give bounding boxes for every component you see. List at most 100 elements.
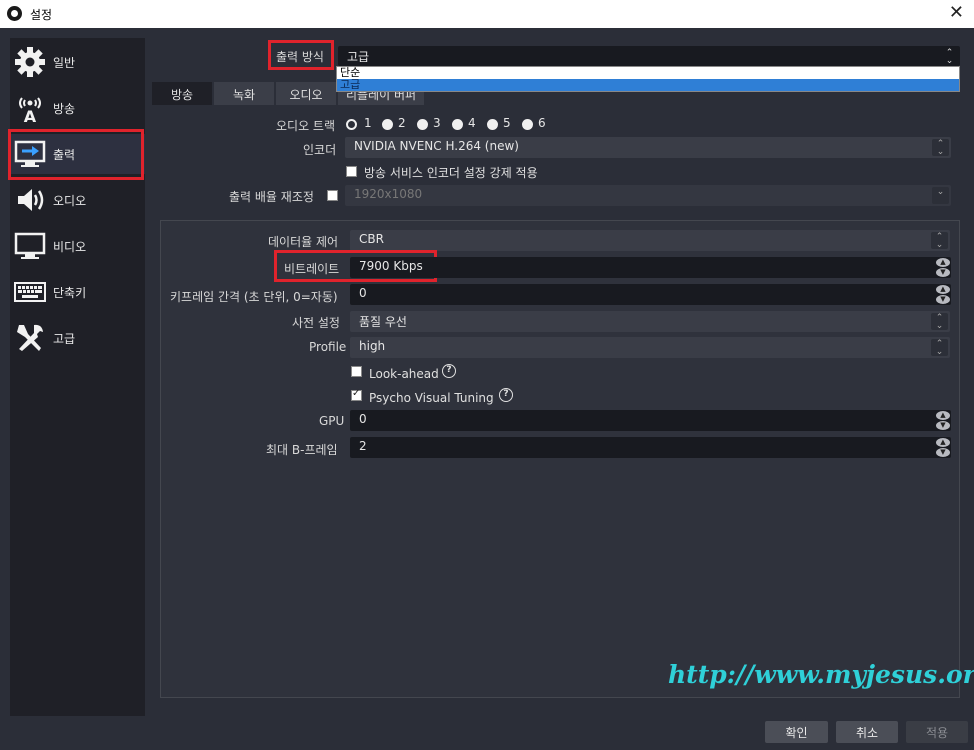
output-mode-value: 고급	[347, 50, 370, 64]
rate-control-value: CBR	[359, 232, 384, 246]
spin-down-icon[interactable]: ▼	[936, 421, 950, 430]
title-bar: 설정 ✕	[0, 0, 974, 28]
spin-down-icon[interactable]: ▼	[936, 295, 950, 304]
audio-track-radio-6[interactable]	[522, 119, 533, 130]
audio-track-radio-3[interactable]	[417, 119, 428, 130]
broadcast-antenna-icon: A	[19, 97, 41, 124]
chevron-updown-icon: ⌃ ⌄	[945, 48, 954, 66]
gpu-stepper[interactable]: ▲ ▼	[934, 410, 952, 431]
sidebar-item-label: 단축키	[53, 286, 87, 300]
preset-label: 사전 설정	[292, 316, 340, 330]
profile-label: Profile	[309, 340, 347, 354]
chevron-updown-icon: ⌃ ⌄	[931, 313, 948, 331]
audio-track-radio-2[interactable]	[382, 119, 393, 130]
psycho-visual-tuning-checkbox[interactable]	[351, 388, 362, 401]
audio-track-radio-1[interactable]	[346, 119, 357, 130]
speaker-icon	[18, 189, 44, 211]
rate-control-select[interactable]: CBR ⌃ ⌄	[350, 230, 950, 251]
audio-track-radio-4[interactable]	[452, 119, 463, 130]
keyframe-interval-value: 0	[359, 286, 367, 300]
apply-button[interactable]: 적용	[906, 721, 968, 743]
sidebar-item-label: 오디오	[53, 194, 87, 208]
audio-track-number: 6	[538, 116, 546, 130]
profile-select[interactable]: high ⌃ ⌄	[350, 337, 950, 358]
help-icon[interactable]: ?	[499, 388, 513, 402]
bitrate-stepper[interactable]: ▲ ▼	[934, 257, 952, 278]
enforce-encoder-checkbox[interactable]	[346, 166, 357, 177]
profile-value: high	[359, 339, 386, 353]
sidebar-item-label: 고급	[53, 332, 76, 346]
chevron-down-icon: ⌄	[932, 187, 949, 204]
encoder-label: 인코더	[303, 143, 337, 157]
keyframe-stepper[interactable]: ▲ ▼	[934, 284, 952, 305]
watermark-url: http://www.myjesus.or.kr	[668, 660, 974, 689]
sidebar-item-label: 비디오	[53, 240, 87, 254]
keyboard-icon	[14, 282, 46, 302]
spin-up-icon[interactable]: ▲	[936, 258, 950, 267]
keyframe-interval-input[interactable]: 0 ▲ ▼	[350, 284, 951, 305]
max-bframes-label: 최대 B-프레임	[266, 443, 338, 457]
chevron-updown-icon: ⌃ ⌄	[931, 339, 948, 357]
encoder-value: NVIDIA NVENC H.264 (new)	[354, 139, 519, 153]
psycho-visual-tuning-label: Psycho Visual Tuning	[369, 391, 494, 405]
sidebar-item-general[interactable]: 일반	[10, 42, 145, 82]
cancel-button[interactable]: 취소	[836, 721, 898, 743]
enforce-encoder-label: 방송 서비스 인코더 설정 강제 적용	[364, 166, 538, 180]
audio-track-radio-5[interactable]	[487, 119, 498, 130]
spin-up-icon[interactable]: ▲	[936, 411, 950, 420]
bframes-stepper[interactable]: ▲ ▼	[934, 437, 952, 458]
output-highlight-box	[8, 129, 144, 180]
output-mode-highlight-box	[268, 40, 334, 70]
tab-audio[interactable]: 오디오	[276, 82, 336, 105]
rescale-checkbox[interactable]	[327, 190, 338, 201]
preset-select[interactable]: 품질 우선 ⌃ ⌄	[350, 311, 950, 332]
obs-logo-icon	[7, 6, 22, 21]
sidebar-item-video[interactable]: 비디오	[10, 226, 145, 266]
lookahead-checkbox[interactable]	[351, 366, 362, 377]
spin-up-icon[interactable]: ▲	[936, 285, 950, 294]
keyframe-interval-label: 키프레임 간격 (초 단위, 0=자동)	[170, 290, 338, 304]
audio-track-number: 1	[364, 116, 372, 130]
ok-button[interactable]: 확인	[765, 721, 828, 743]
bitrate-label: 비트레이트	[284, 262, 340, 276]
output-mode-select[interactable]: 고급 ⌃ ⌄	[338, 46, 960, 66]
rescale-label: 출력 배율 재조정	[229, 190, 314, 204]
sidebar-item-label: 방송	[53, 102, 76, 116]
help-icon[interactable]: ?	[442, 364, 456, 378]
chevron-updown-icon: ⌃ ⌄	[931, 232, 948, 250]
audio-track-number: 5	[503, 116, 511, 130]
audio-track-number: 2	[398, 116, 406, 130]
tab-recording[interactable]: 녹화	[214, 82, 274, 105]
max-bframes-input[interactable]: 2 ▲ ▼	[350, 437, 951, 458]
output-mode-dropdown-list[interactable]: 단순 고급	[336, 66, 960, 92]
spin-down-icon[interactable]: ▼	[936, 268, 950, 277]
bitrate-input[interactable]: 7900 Kbps ▲ ▼	[350, 257, 951, 278]
rescale-value: 1920x1080	[354, 187, 423, 201]
gpu-value: 0	[359, 412, 367, 426]
audio-track-number: 3	[433, 116, 441, 130]
encoder-select[interactable]: NVIDIA NVENC H.264 (new) ⌃ ⌄	[345, 137, 951, 158]
spin-up-icon[interactable]: ▲	[936, 438, 950, 447]
rescale-resolution-select[interactable]: 1920x1080 ⌄	[345, 185, 951, 206]
close-icon[interactable]: ✕	[949, 2, 964, 23]
preset-value: 품질 우선	[359, 315, 407, 329]
bitrate-value: 7900 Kbps	[359, 259, 423, 273]
audio-track-label: 오디오 트랙	[276, 119, 336, 133]
svg-text:A: A	[24, 107, 37, 124]
audio-track-number: 4	[468, 116, 476, 130]
max-bframes-value: 2	[359, 439, 367, 453]
spin-down-icon[interactable]: ▼	[936, 448, 950, 457]
sidebar-item-label: 일반	[53, 56, 76, 70]
sidebar-item-advanced[interactable]: 고급	[10, 318, 145, 358]
gpu-input[interactable]: 0 ▲ ▼	[350, 410, 951, 431]
chevron-updown-icon: ⌃ ⌄	[932, 139, 949, 157]
monitor-icon	[14, 232, 46, 259]
tools-icon	[17, 324, 43, 351]
sidebar-item-hotkeys[interactable]: 단축키	[10, 272, 145, 312]
gear-icon	[15, 47, 45, 77]
dropdown-option-advanced[interactable]: 고급	[337, 79, 959, 91]
lookahead-label: Look-ahead	[369, 367, 439, 381]
sidebar-item-audio[interactable]: 오디오	[10, 180, 145, 220]
tab-stream[interactable]: 방송	[152, 82, 212, 105]
sidebar-item-stream[interactable]: A 방송	[10, 88, 145, 128]
